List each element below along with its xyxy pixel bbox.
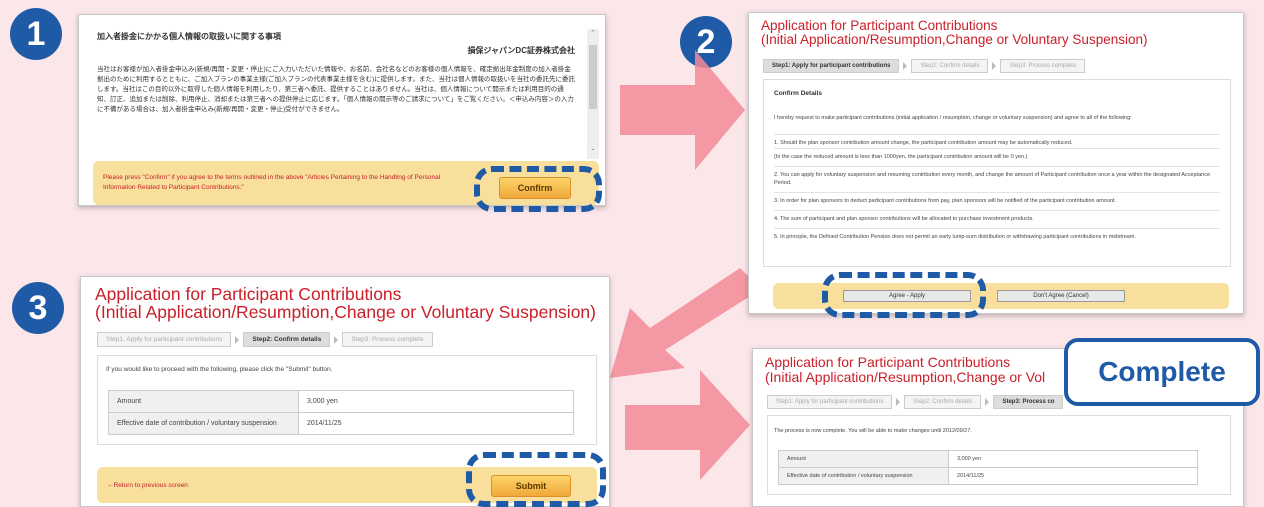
app-title-4-line2: (Initial Application/Resumption,Change o… — [765, 368, 1046, 385]
step-3: Step3: Process complete — [1000, 59, 1086, 73]
app-title: Application for Participant Contribution… — [761, 18, 1148, 48]
confirm-item-5: 5. In principle, the Defined Contributio… — [774, 228, 1220, 241]
return-link[interactable]: ←Return to previous screen — [107, 482, 188, 489]
amount-value: 3,000 yen — [298, 390, 574, 413]
arrow-right-1 — [620, 50, 745, 170]
step-indicator: Step1: Apply for participant contributio… — [763, 59, 1086, 73]
privacy-company: 損保ジャパンDC証券株式会社 — [467, 46, 575, 55]
dont-agree-button[interactable]: Don't Agree (Cancel) — [997, 290, 1125, 302]
complete-table: Amount 3,000 yen Effective date of contri… — [778, 450, 1198, 485]
confirm-details-panel: Application for Participant Contribution… — [748, 12, 1244, 314]
submit-instruction: If you would like to proceed with the fo… — [106, 366, 333, 373]
app-title-line1: Application for Participant Contribution… — [761, 18, 998, 33]
scroll-up-icon[interactable]: ˆ — [587, 29, 599, 39]
confirm-heading: Confirm Details — [774, 90, 823, 97]
confirm-intro: I hereby request to make participant con… — [774, 115, 1132, 121]
table-row: Effective date of contribution / volunta… — [778, 467, 1198, 485]
amount-label: Amount — [778, 450, 949, 468]
table-row: Amount 3,000 yen — [778, 450, 1198, 468]
confirm-box: Confirm Details I hereby request to make… — [763, 79, 1231, 267]
app-title-3-line1: Application for Participant Contribution… — [95, 284, 402, 304]
effective-date-value: 2014/11/25 — [298, 412, 574, 435]
table-row: Effective date of contribution / volunta… — [108, 412, 574, 435]
privacy-heading: 加入者掛金にかかる個人情報の取扱いに関する事項 — [97, 32, 281, 41]
effective-date-label: Effective date of contribution / volunta… — [108, 412, 299, 435]
arrow-right-2 — [625, 370, 750, 480]
effective-date-value: 2014/11/25 — [948, 467, 1198, 485]
app-title-4: Application for Participant Contribution… — [765, 355, 1045, 384]
complete-box: The process is now complete. You will be… — [767, 415, 1231, 495]
submit-box: If you would like to proceed with the fo… — [97, 355, 597, 445]
effective-date-label: Effective date of contribution / volunta… — [778, 467, 949, 485]
app-title-line2: (Initial Application/Resumption,Change o… — [761, 32, 1148, 48]
complete-badge: Complete — [1064, 338, 1260, 406]
app-title-3-line2: (Initial Application/Resumption,Change o… — [95, 302, 596, 323]
step-badge-3: 3 — [12, 282, 64, 334]
step-1: Step1: Apply for participant contributio… — [767, 395, 893, 409]
submit-table: Amount 3,000 yen Effective date of contri… — [108, 390, 574, 435]
step-3: Step3: Process co — [993, 395, 1064, 409]
submit-highlight — [466, 452, 606, 507]
amount-value: 3,000 yen — [948, 450, 1198, 468]
step-1: Step1: Apply for participant contributio… — [97, 332, 232, 347]
confirm-item-3: 3. In order for plan sponsors to deduct … — [774, 192, 1220, 205]
privacy-scrollbar[interactable]: ˆ ˇ — [587, 29, 599, 159]
table-row: Amount 3,000 yen — [108, 390, 574, 413]
step-indicator-3: Step1: Apply for participant contributio… — [97, 332, 433, 347]
amount-label: Amount — [108, 390, 299, 413]
step-2: Step2: Confirm details — [904, 395, 982, 409]
step-1: Step1: Apply for participant contributio… — [763, 59, 900, 73]
confirm-item-4: 4. The sum of participant and plan spons… — [774, 210, 1220, 223]
app-title-3: Application for Participant Contribution… — [95, 285, 596, 322]
confirm-item-2: 2. You can apply for voluntary suspensio… — [774, 166, 1220, 188]
step-badge-1: 1 — [10, 8, 62, 60]
privacy-notice-text: Please press "Confirm" if you agree to t… — [103, 174, 441, 191]
step-2: Step2: Confirm details — [911, 59, 989, 73]
step-2: Step2: Confirm details — [243, 332, 331, 347]
app-title-4-line1: Application for Participant Contribution… — [765, 354, 1011, 370]
step-3: Step3: Process complete — [342, 332, 433, 347]
scroll-thumb[interactable] — [589, 45, 597, 109]
confirm-highlight — [474, 166, 602, 212]
step-indicator-4: Step1: Apply for participant contributio… — [767, 395, 1064, 409]
complete-message: The process is now complete. You will be… — [774, 428, 972, 434]
confirm-item-1: 1. Should the plan sponsor contribution … — [774, 134, 1220, 147]
confirm-item-1b: (In the case the reduced amount is less … — [774, 148, 1220, 161]
agree-highlight — [822, 272, 986, 318]
privacy-body: 当社はお客様が加入者掛金申込み(新規/再開・変更・停止)にご入力いただいた情報や… — [97, 66, 575, 114]
scroll-down-icon[interactable]: ˇ — [587, 148, 599, 157]
